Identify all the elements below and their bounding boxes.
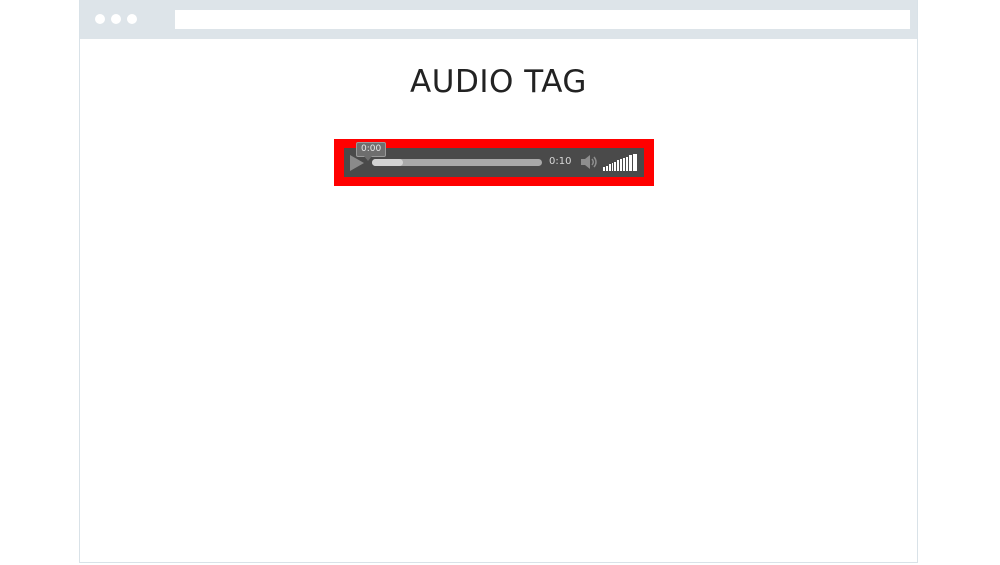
- browser-window: AUDIO TAG 0:00 0:10: [79, 0, 918, 563]
- progress-bar[interactable]: [372, 159, 542, 166]
- volume-level-bar[interactable]: [605, 166, 608, 171]
- volume-level-bar[interactable]: [625, 157, 628, 171]
- volume-level-bar[interactable]: [608, 164, 611, 171]
- volume-level-bar[interactable]: [628, 155, 633, 171]
- page-title: AUDIO TAG: [410, 64, 587, 100]
- window-dot-icon[interactable]: [127, 14, 137, 24]
- volume-bars-icon[interactable]: [603, 153, 637, 171]
- volume-level-bar[interactable]: [611, 163, 614, 171]
- window-dot-icon[interactable]: [95, 14, 105, 24]
- volume-level-bar[interactable]: [620, 159, 622, 171]
- volume-level-bar[interactable]: [603, 167, 605, 171]
- address-bar[interactable]: [175, 10, 910, 29]
- speaker-icon[interactable]: [580, 154, 598, 170]
- progress-buffered: [372, 159, 403, 166]
- current-time-tooltip: 0:00: [356, 142, 387, 161]
- browser-title-bar: [80, 0, 917, 39]
- window-controls: [95, 14, 137, 24]
- volume-level-bar[interactable]: [622, 158, 625, 171]
- volume-level-bar[interactable]: [633, 154, 637, 171]
- play-icon[interactable]: [350, 155, 364, 171]
- volume-level-bar[interactable]: [614, 162, 617, 171]
- audio-player[interactable]: 0:00 0:10: [344, 142, 644, 177]
- duration-label: 0:10: [549, 156, 572, 167]
- audio-highlight-box: 0:00 0:10: [334, 139, 654, 186]
- volume-level-bar[interactable]: [617, 160, 620, 171]
- window-dot-icon[interactable]: [111, 14, 121, 24]
